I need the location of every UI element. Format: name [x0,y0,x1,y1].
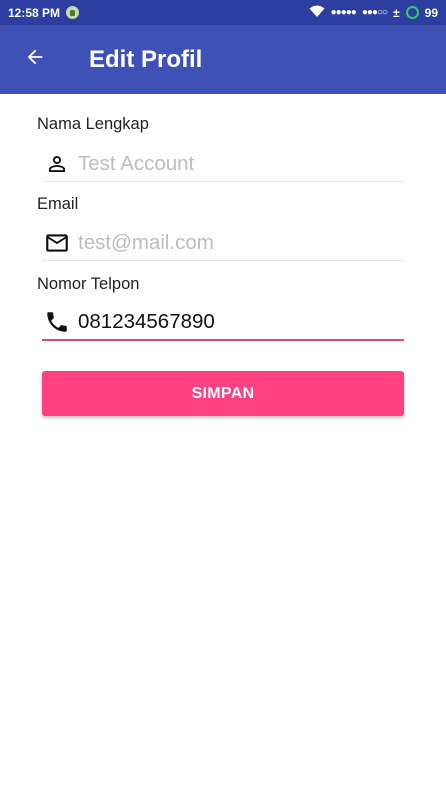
signal-strength-2: ●●●○○ [361,7,388,18]
mail-icon [42,228,72,258]
email-label: Email [37,195,79,213]
phone-label: Nomor Telpon [37,275,140,293]
battery-level: 99 [424,5,438,20]
status-time: 12:58 PM [8,5,61,20]
arrow-back-icon [24,46,46,73]
email-input[interactable] [78,230,388,255]
save-button[interactable]: SIMPAN [42,371,404,416]
phone-field [42,305,404,341]
battery-icon [405,6,419,19]
name-label: Nama Lengkap [37,115,149,133]
app-bar: Edit Profil [0,25,446,94]
status-left: 12:58 PM [8,5,80,20]
name-field [42,146,404,182]
back-button[interactable] [0,25,70,94]
email-field [42,225,404,261]
wifi-icon [309,5,325,21]
person-icon [42,149,72,179]
status-bar: 12:58 PM ●●●●● ●●●○○ ± 99 [0,0,446,25]
status-right: ●●●●● ●●●○○ ± 99 [309,5,438,21]
page-title: Edit Profil [89,45,203,73]
phone-input[interactable] [78,310,388,334]
android-notification-icon [66,6,80,19]
phone-icon [42,307,72,337]
signal-strength-1: ●●●●● [330,7,357,18]
data-activity-indicator: ± [393,5,400,20]
name-input[interactable] [78,151,388,176]
